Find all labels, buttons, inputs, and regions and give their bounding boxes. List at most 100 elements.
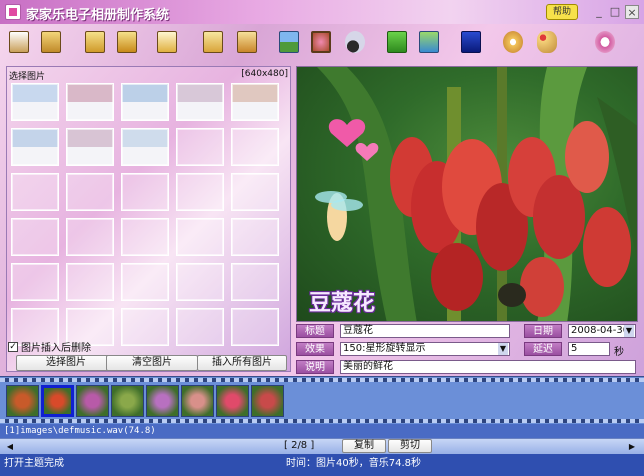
paint-palette-icon <box>537 31 557 53</box>
filmstrip-thumbnail[interactable] <box>6 385 39 417</box>
photo-select-panel: 选择图片 [640x480] <box>6 66 291 372</box>
settings-button[interactable] <box>592 28 618 56</box>
photo-thumbnail[interactable] <box>11 128 59 166</box>
photo-thumbnail[interactable] <box>66 83 114 121</box>
empty-photo-slot[interactable] <box>11 263 59 301</box>
empty-photo-slot[interactable] <box>66 263 114 301</box>
app-icon <box>5 4 21 20</box>
page-setup-button[interactable] <box>154 28 180 56</box>
crop-button[interactable] <box>234 28 260 56</box>
empty-photo-slot[interactable] <box>231 218 279 256</box>
status-time: 时间：图片40秒，音乐74.8秒 <box>286 458 421 469</box>
landscape-icon <box>279 31 299 53</box>
filmstrip-thumbnail[interactable] <box>251 385 284 417</box>
empty-photo-slot[interactable] <box>231 263 279 301</box>
new-album-button[interactable] <box>6 28 32 56</box>
empty-photo-slot[interactable] <box>11 218 59 256</box>
close-button[interactable]: × <box>625 5 639 19</box>
filmstrip-thumbnail[interactable] <box>41 385 74 417</box>
clear-photos-button[interactable]: 清空图片 <box>106 355 198 371</box>
help-button[interactable]: 帮助 <box>546 4 578 20</box>
status-bar: 打开主题完成 时间：图片40秒，音乐74.8秒 <box>0 454 644 476</box>
cut-button[interactable]: 剪切 <box>388 439 432 453</box>
settings-icon <box>595 31 615 53</box>
delay-input[interactable]: 5 <box>568 342 610 356</box>
film-holes-top <box>0 378 644 382</box>
flower-image <box>315 67 637 321</box>
photo-thumbnail[interactable] <box>121 128 169 166</box>
empty-photo-slot[interactable] <box>66 218 114 256</box>
landscape-button[interactable] <box>276 28 302 56</box>
open-album-icon <box>41 31 61 53</box>
frame-button[interactable] <box>200 28 226 56</box>
delay-label: 延迟 <box>524 342 562 356</box>
empty-photo-slot[interactable] <box>231 173 279 211</box>
save-button[interactable] <box>82 28 108 56</box>
effect-select[interactable]: 150:星形旋转显示 ▼ <box>340 342 510 356</box>
filmstrip-thumbnail[interactable] <box>146 385 179 417</box>
minimize-button[interactable]: _ <box>592 5 606 19</box>
delay-unit: 秒 <box>614 347 624 358</box>
music-button[interactable] <box>342 28 368 56</box>
music-icon <box>345 31 365 53</box>
copy-button[interactable]: 复制 <box>342 439 386 453</box>
maximize-button[interactable]: □ <box>608 5 622 19</box>
title-input[interactable]: 豆蔻花 <box>340 324 510 338</box>
film-holes-bottom <box>0 419 644 423</box>
empty-photo-slot[interactable] <box>121 173 169 211</box>
description-label: 说明 <box>296 360 334 374</box>
delete-after-insert-label: 图片插入后删除 <box>21 343 91 354</box>
download-button[interactable] <box>384 28 410 56</box>
screen-icon <box>461 31 481 53</box>
page-indicator: [ 2/8 ] <box>284 440 315 451</box>
new-album-icon <box>9 31 29 53</box>
window-title: 家家乐电子相册制作系统 <box>26 8 170 23</box>
photo-size-label: [640x480] <box>241 69 288 79</box>
select-photos-button[interactable]: 选择图片 <box>16 355 116 371</box>
photo-thumbnail[interactable] <box>66 128 114 166</box>
empty-photo-slot[interactable] <box>231 128 279 166</box>
empty-photo-slot[interactable] <box>11 173 59 211</box>
screen-button[interactable] <box>458 28 484 56</box>
empty-photo-slot[interactable] <box>121 263 169 301</box>
title-bar: 家家乐电子相册制作系统 帮助 _ □ × <box>0 0 644 24</box>
insert-all-photos-button[interactable]: 插入所有图片 <box>197 355 287 371</box>
description-input[interactable]: 美丽的鲜花 <box>340 360 636 374</box>
empty-photo-slot[interactable] <box>176 173 224 211</box>
chevron-down-icon[interactable]: ▼ <box>624 325 634 337</box>
photo-thumbnail[interactable] <box>231 83 279 121</box>
photo-grid <box>11 83 287 359</box>
date-value: 2008-04-30 <box>571 325 630 336</box>
toolbar <box>0 24 644 62</box>
photo-properties-form: 标题 豆蔻花 日期 2008-04-30 ▼ 效果 150:星形旋转显示 ▼ 延… <box>296 324 638 374</box>
empty-photo-slot[interactable] <box>176 263 224 301</box>
chevron-down-icon[interactable]: ▼ <box>498 343 508 355</box>
photo-thumbnail[interactable] <box>176 83 224 121</box>
filmstrip-thumbnail[interactable] <box>76 385 109 417</box>
frame-icon <box>203 31 223 53</box>
empty-photo-slot[interactable] <box>66 173 114 211</box>
photo-preview: 豆蔻花 <box>296 66 638 322</box>
empty-photo-slot[interactable] <box>121 218 169 256</box>
title-label: 标题 <box>296 324 334 338</box>
filmstrip-thumbnail[interactable] <box>111 385 144 417</box>
filmstrip-thumbnail[interactable] <box>216 385 249 417</box>
save-all-button[interactable] <box>114 28 140 56</box>
paint-palette-button[interactable] <box>534 28 560 56</box>
filmstrip-thumbnail[interactable] <box>181 385 214 417</box>
date-picker[interactable]: 2008-04-30 ▼ <box>568 324 636 338</box>
photo-thumbnail[interactable] <box>121 83 169 121</box>
export-icon <box>419 31 439 53</box>
photo-frame-button[interactable] <box>308 28 334 56</box>
empty-photo-slot[interactable] <box>176 218 224 256</box>
delete-after-insert-checkbox[interactable]: ✓ <box>8 341 18 352</box>
delete-after-insert-option[interactable]: ✓ 图片插入后删除 <box>8 340 91 354</box>
empty-photo-slot[interactable] <box>176 128 224 166</box>
photo-thumbnail[interactable] <box>11 83 59 121</box>
export-button[interactable] <box>416 28 442 56</box>
status-text: 打开主题完成 <box>4 458 64 469</box>
scroll-left-icon[interactable]: ◀ <box>4 441 16 452</box>
burn-disc-button[interactable] <box>500 28 526 56</box>
open-album-button[interactable] <box>38 28 64 56</box>
scroll-right-icon[interactable]: ▶ <box>626 441 638 452</box>
